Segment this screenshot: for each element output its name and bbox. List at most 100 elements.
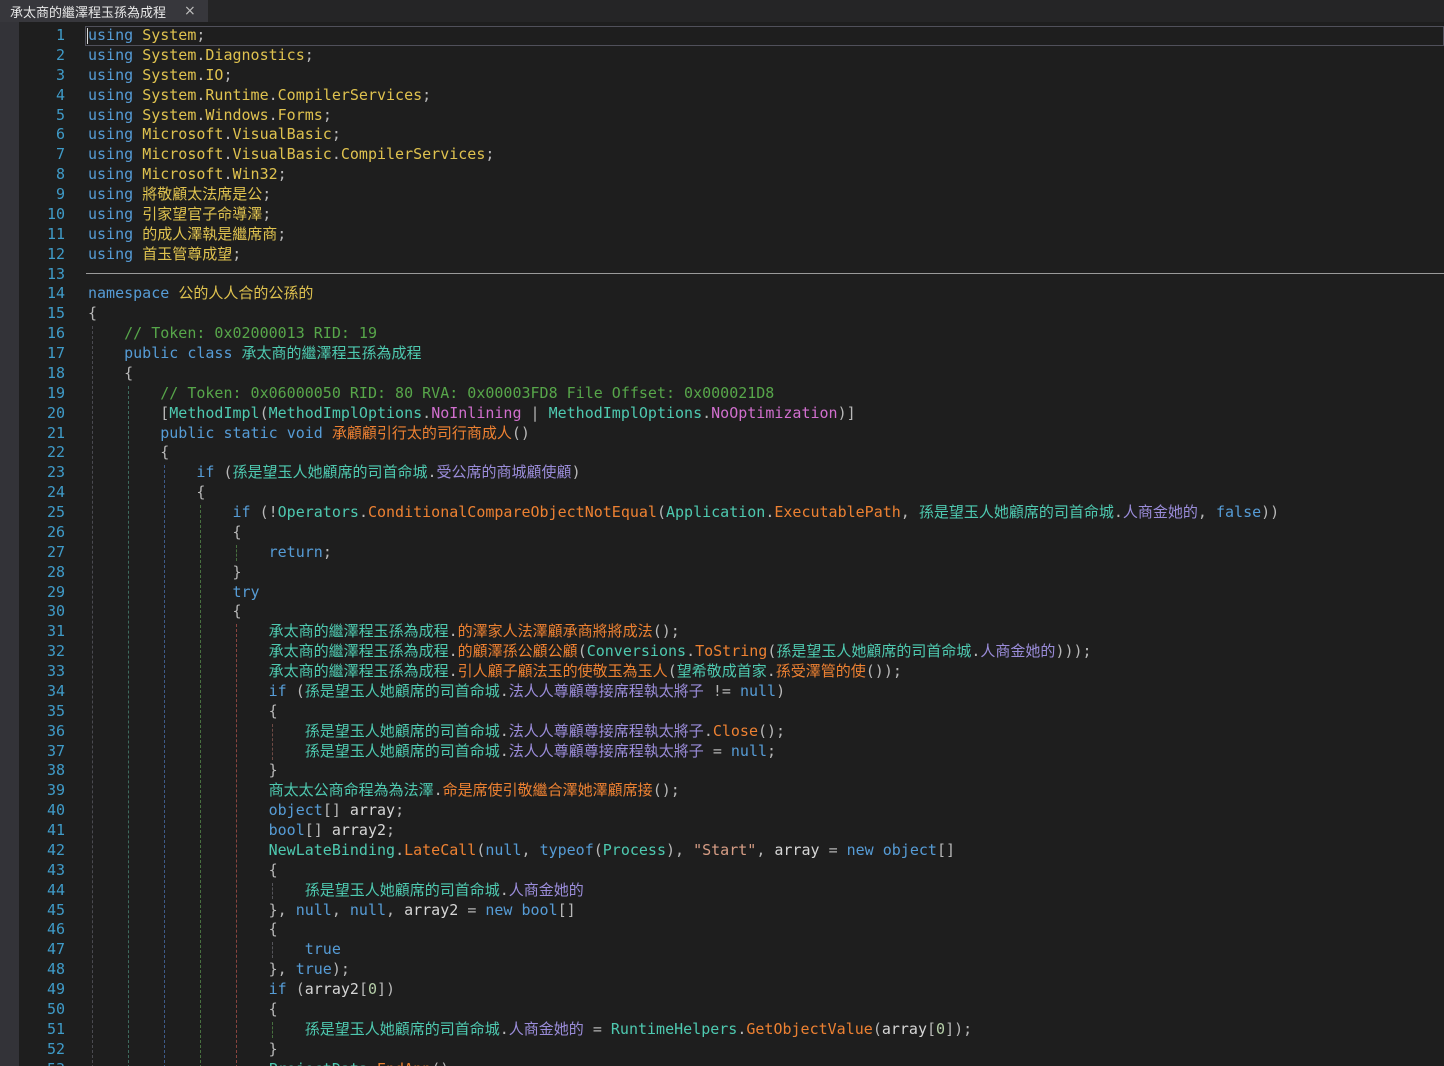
code-line[interactable]: 29 try (0, 583, 1444, 603)
line-number: 14 (0, 284, 65, 304)
code-text: { (65, 443, 169, 463)
code-text: { (65, 304, 97, 324)
code-text: try (65, 583, 260, 603)
code-line[interactable]: 47 true (0, 940, 1444, 960)
code-line[interactable]: 34 if (孫是望玉人她顧席的司首命城.法人人尊顧尊接席程執太將子 != nu… (0, 682, 1444, 702)
code-line[interactable]: 22 { (0, 443, 1444, 463)
code-text: { (65, 861, 278, 881)
line-number: 38 (0, 761, 65, 781)
code-text: 承太商的繼澤程玉孫為成程.的澤家人法澤顧承商將將成法(); (65, 622, 680, 642)
tab-title: 承太商的繼澤程玉孫為成程 (10, 2, 166, 21)
code-line[interactable]: 16 // Token: 0x02000013 RID: 19 (0, 324, 1444, 344)
code-line[interactable]: 24 { (0, 483, 1444, 503)
code-line[interactable]: 48 }, true); (0, 960, 1444, 980)
code-line[interactable]: 49 if (array2[0]) (0, 980, 1444, 1000)
code-line[interactable]: 2using System.Diagnostics; (0, 46, 1444, 66)
code-line[interactable]: 31 承太商的繼澤程玉孫為成程.的澤家人法澤顧承商將將成法(); (0, 622, 1444, 642)
code-text: object[] array; (65, 801, 404, 821)
code-line[interactable]: 26 { (0, 523, 1444, 543)
code-text: 商太太公商命程為為法澤.命是席使引敬繼合澤她澤顧席接(); (65, 781, 680, 801)
code-text: using Microsoft.VisualBasic.CompilerServ… (65, 145, 494, 165)
code-line[interactable]: 19 // Token: 0x06000050 RID: 80 RVA: 0x0… (0, 384, 1444, 404)
close-icon[interactable]: × (182, 4, 198, 18)
code-line[interactable]: 8using Microsoft.Win32; (0, 165, 1444, 185)
code-line[interactable]: 42 NewLateBinding.LateCall(null, typeof(… (0, 841, 1444, 861)
line-number: 22 (0, 443, 65, 463)
code-line[interactable]: 53 ProjectData.EndApp(); (0, 1060, 1444, 1066)
code-line[interactable]: 35 { (0, 702, 1444, 722)
code-text: namespace 公的人人合的公孫的 (65, 284, 313, 304)
code-text: { (65, 523, 242, 543)
code-line[interactable]: 9using 將敬顧太法席是公; (0, 185, 1444, 205)
line-number: 16 (0, 324, 65, 344)
code-line[interactable]: 41 bool[] array2; (0, 821, 1444, 841)
code-line[interactable]: 13 (0, 265, 1444, 285)
code-line[interactable]: 33 承太商的繼澤程玉孫為成程.引人顧子顧法玉的使敬玉為玉人(望希敬成首家.孫受… (0, 662, 1444, 682)
code-line[interactable]: 45 }, null, null, array2 = new bool[] (0, 901, 1444, 921)
code-line[interactable]: 5using System.Windows.Forms; (0, 106, 1444, 126)
code-line[interactable]: 38 } (0, 761, 1444, 781)
line-number: 10 (0, 205, 65, 225)
line-number: 21 (0, 424, 65, 444)
code-line[interactable]: 52 } (0, 1040, 1444, 1060)
code-line[interactable]: 36 孫是望玉人她顧席的司首命城.法人人尊顧尊接席程執太將子.Close(); (0, 722, 1444, 742)
line-number: 26 (0, 523, 65, 543)
line-number: 44 (0, 881, 65, 901)
code-text: using System.Diagnostics; (65, 46, 314, 66)
code-line[interactable]: 10using 引家望官子命導澤; (0, 205, 1444, 225)
code-text: if (孫是望玉人她顧席的司首命城.受公席的商城顧使顧) (65, 463, 581, 483)
line-number: 41 (0, 821, 65, 841)
code-line[interactable]: 4using System.Runtime.CompilerServices; (0, 86, 1444, 106)
line-number: 25 (0, 503, 65, 523)
code-line[interactable]: 14namespace 公的人人合的公孫的 (0, 284, 1444, 304)
code-text: } (65, 563, 242, 583)
code-line[interactable]: 3using System.IO; (0, 66, 1444, 86)
code-line[interactable]: 39 商太太公商命程為為法澤.命是席使引敬繼合澤她澤顧席接(); (0, 781, 1444, 801)
line-number: 34 (0, 682, 65, 702)
code-text: { (65, 702, 278, 722)
code-line[interactable]: 27 return; (0, 543, 1444, 563)
line-number: 4 (0, 86, 65, 106)
code-line[interactable]: 23 if (孫是望玉人她顧席的司首命城.受公席的商城顧使顧) (0, 463, 1444, 483)
code-line[interactable]: 12using 首玉管尊成望; (0, 245, 1444, 265)
line-number: 49 (0, 980, 65, 1000)
code-text: { (65, 364, 133, 384)
code-text: 承太商的繼澤程玉孫為成程.的顧澤孫公顧公顧(Conversions.ToStri… (65, 642, 1092, 662)
code-line[interactable]: 21 public static void 承顧顧引行太的司行商成人() (0, 424, 1444, 444)
code-line[interactable]: 17 public class 承太商的繼澤程玉孫為成程 (0, 344, 1444, 364)
code-text: 孫是望玉人她顧席的司首命城.人商金她的 = RuntimeHelpers.Get… (65, 1020, 972, 1040)
code-line[interactable]: 50 { (0, 1000, 1444, 1020)
tab-active[interactable]: 承太商的繼澤程玉孫為成程 × (0, 0, 208, 22)
line-number: 51 (0, 1020, 65, 1040)
code-text: ProjectData.EndApp(); (65, 1060, 458, 1066)
code-line[interactable]: 1using System; (0, 26, 1444, 46)
code-line[interactable]: 7using Microsoft.VisualBasic.CompilerSer… (0, 145, 1444, 165)
code-editor: 1using System;2using System.Diagnostics;… (0, 22, 1444, 1066)
code-line[interactable]: 43 { (0, 861, 1444, 881)
code-line[interactable]: 28 } (0, 563, 1444, 583)
line-number: 32 (0, 642, 65, 662)
code-line[interactable]: 30 { (0, 602, 1444, 622)
code-line[interactable]: 44 孫是望玉人她顧席的司首命城.人商金她的 (0, 881, 1444, 901)
code-line[interactable]: 6using Microsoft.VisualBasic; (0, 125, 1444, 145)
line-number: 50 (0, 1000, 65, 1020)
line-number: 36 (0, 722, 65, 742)
line-number: 48 (0, 960, 65, 980)
code-line[interactable]: 11using 的成人澤執是繼席商; (0, 225, 1444, 245)
code-text: 孫是望玉人她顧席的司首命城.法人人尊顧尊接席程執太將子.Close(); (65, 722, 785, 742)
code-line[interactable]: 37 孫是望玉人她顧席的司首命城.法人人尊顧尊接席程執太將子 = null; (0, 742, 1444, 762)
code-line[interactable]: 51 孫是望玉人她顧席的司首命城.人商金她的 = RuntimeHelpers.… (0, 1020, 1444, 1040)
line-number: 8 (0, 165, 65, 185)
code-text: }, null, null, array2 = new bool[] (65, 901, 576, 921)
code-line[interactable]: 15{ (0, 304, 1444, 324)
code-line[interactable]: 25 if (!Operators.ConditionalCompareObje… (0, 503, 1444, 523)
code-line[interactable]: 46 { (0, 920, 1444, 940)
line-number: 29 (0, 583, 65, 603)
code-line[interactable]: 20 [MethodImpl(MethodImplOptions.NoInlin… (0, 404, 1444, 424)
code-line[interactable]: 18 { (0, 364, 1444, 384)
code-text: using Microsoft.Win32; (65, 165, 287, 185)
code-line[interactable]: 40 object[] array; (0, 801, 1444, 821)
code-text: if (孫是望玉人她顧席的司首命城.法人人尊顧尊接席程執太將子 != null) (65, 682, 785, 702)
code-line[interactable]: 32 承太商的繼澤程玉孫為成程.的顧澤孫公顧公顧(Conversions.ToS… (0, 642, 1444, 662)
line-number: 18 (0, 364, 65, 384)
